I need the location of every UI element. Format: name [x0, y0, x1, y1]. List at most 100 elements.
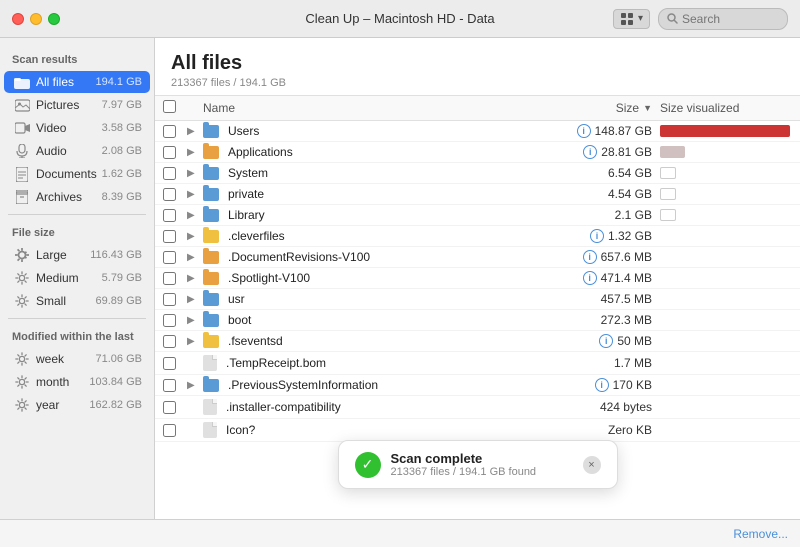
search-input[interactable] [682, 12, 779, 26]
row-size: Zero KB [542, 423, 652, 437]
row-expand[interactable]: ▶ [187, 315, 203, 326]
sidebar-item-all-files[interactable]: All files 194.1 GB [4, 71, 150, 93]
sidebar-item-year[interactable]: year 162.82 GB [4, 394, 150, 416]
row-check[interactable] [163, 314, 187, 327]
row-checkbox[interactable] [163, 209, 176, 222]
folder-icon [203, 188, 219, 201]
minimize-button[interactable] [30, 13, 42, 25]
folder-icon [203, 251, 219, 264]
row-checkbox[interactable] [163, 424, 176, 437]
row-checkbox[interactable] [163, 125, 176, 138]
info-icon[interactable]: i [583, 250, 597, 264]
row-checkbox[interactable] [163, 146, 176, 159]
row-checkbox[interactable] [163, 167, 176, 180]
sidebar-item-audio[interactable]: Audio 2.08 GB [4, 140, 150, 162]
row-expand[interactable]: ▶ [187, 294, 203, 305]
sidebar-size: 5.79 GB [102, 272, 142, 284]
row-checkbox[interactable] [163, 401, 176, 414]
row-check[interactable] [163, 146, 187, 159]
file-size-value: 1.32 GB [608, 229, 652, 243]
row-checkbox[interactable] [163, 230, 176, 243]
file-rows-container: ▶ Users i 148.87 GB ▶ Applications i [155, 121, 800, 442]
info-icon[interactable]: i [590, 229, 604, 243]
audio-icon [14, 143, 30, 159]
header-check[interactable] [163, 100, 187, 116]
header-size[interactable]: Size ▼ [542, 101, 652, 115]
row-expand[interactable]: ▶ [187, 231, 203, 242]
row-check[interactable] [163, 335, 187, 348]
row-check[interactable] [163, 424, 187, 437]
toast-close-button[interactable]: × [583, 456, 601, 474]
vis-bar-outline [660, 167, 676, 179]
row-check[interactable] [163, 230, 187, 243]
row-checkbox[interactable] [163, 357, 176, 370]
sidebar-item-archives[interactable]: Archives 8.39 GB [4, 186, 150, 208]
row-expand[interactable]: ▶ [187, 168, 203, 179]
row-expand[interactable]: ▶ [187, 380, 203, 391]
row-expand[interactable]: ▶ [187, 210, 203, 221]
sidebar-item-documents[interactable]: Documents 1.62 GB [4, 163, 150, 185]
sidebar-item-month[interactable]: month 103.84 GB [4, 371, 150, 393]
folder-icon [203, 379, 219, 392]
maximize-button[interactable] [48, 13, 60, 25]
row-checkbox[interactable] [163, 293, 176, 306]
gear-icon [14, 397, 30, 413]
row-check[interactable] [163, 272, 187, 285]
content-header: All files 213367 files / 194.1 GB [155, 38, 800, 96]
toast-subtitle: 213367 files / 194.1 GB found [391, 466, 573, 478]
toast-container: ✓ Scan complete 213367 files / 194.1 GB … [338, 440, 618, 489]
sidebar-item-pictures[interactable]: Pictures 7.97 GB [4, 94, 150, 116]
sidebar-item-medium[interactable]: Medium 5.79 GB [4, 267, 150, 289]
table-row: .TempReceipt.bom 1.7 MB [155, 352, 800, 375]
folder-icon [203, 314, 219, 327]
row-check[interactable] [163, 251, 187, 264]
row-check[interactable] [163, 401, 187, 414]
file-size-value: 170 KB [613, 378, 652, 392]
row-expand[interactable]: ▶ [187, 189, 203, 200]
row-size: 2.1 GB [542, 208, 652, 222]
row-check[interactable] [163, 379, 187, 392]
row-check[interactable] [163, 167, 187, 180]
info-icon[interactable]: i [595, 378, 609, 392]
row-checkbox[interactable] [163, 335, 176, 348]
row-expand[interactable]: ▶ [187, 273, 203, 284]
info-icon[interactable]: i [583, 145, 597, 159]
remove-button[interactable]: Remove... [733, 527, 788, 541]
view-toggle[interactable]: ▾ [613, 9, 650, 29]
row-checkbox[interactable] [163, 314, 176, 327]
row-checkbox[interactable] [163, 188, 176, 201]
row-expand[interactable]: ▶ [187, 252, 203, 263]
row-checkbox[interactable] [163, 379, 176, 392]
sidebar-item-video[interactable]: Video 3.58 GB [4, 117, 150, 139]
file-name: Users [228, 124, 259, 138]
sidebar-label: month [36, 375, 89, 389]
row-expand[interactable]: ▶ [187, 147, 203, 158]
picture-icon [14, 97, 30, 113]
select-all-checkbox[interactable] [163, 100, 176, 113]
file-name: Applications [228, 145, 293, 159]
row-expand[interactable]: ▶ [187, 126, 203, 137]
sidebar-item-large[interactable]: Large 116.43 GB [4, 244, 150, 266]
row-check[interactable] [163, 293, 187, 306]
page-title: All files [171, 52, 784, 75]
modified-label: Modified within the last [0, 325, 154, 347]
row-checkbox[interactable] [163, 251, 176, 264]
row-check[interactable] [163, 188, 187, 201]
row-checkbox[interactable] [163, 272, 176, 285]
info-icon[interactable]: i [599, 334, 613, 348]
row-expand[interactable]: ▶ [187, 336, 203, 347]
row-check[interactable] [163, 357, 187, 370]
info-icon[interactable]: i [577, 124, 591, 138]
row-size: 6.54 GB [542, 166, 652, 180]
sidebar-item-week[interactable]: week 71.06 GB [4, 348, 150, 370]
sidebar-item-small[interactable]: Small 69.89 GB [4, 290, 150, 312]
close-button[interactable] [12, 13, 24, 25]
row-name: .TempReceipt.bom [203, 355, 542, 371]
search-box[interactable] [658, 8, 788, 30]
page-subtitle: 213367 files / 194.1 GB [171, 77, 784, 89]
file-name: boot [228, 313, 251, 327]
info-icon[interactable]: i [583, 271, 597, 285]
row-name: .installer-compatibility [203, 399, 542, 415]
row-check[interactable] [163, 209, 187, 222]
row-check[interactable] [163, 125, 187, 138]
